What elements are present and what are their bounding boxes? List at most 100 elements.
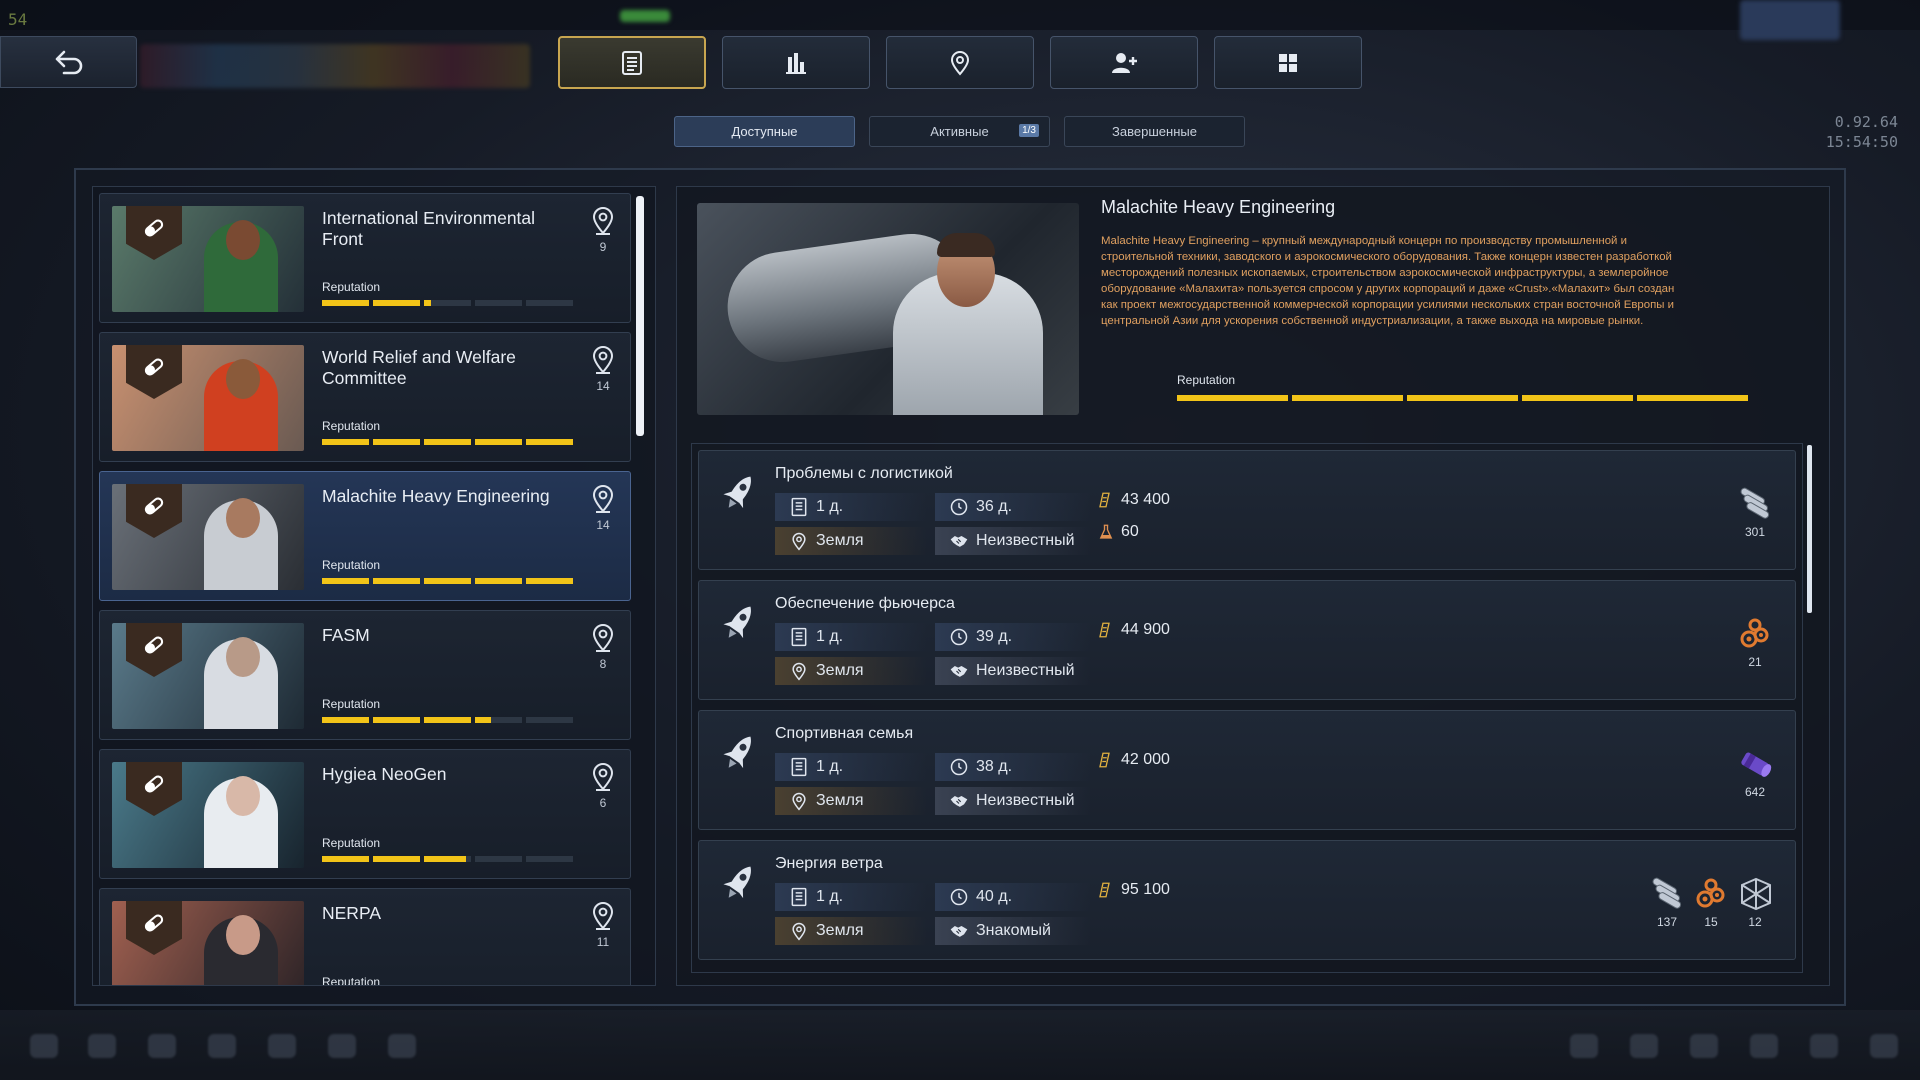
organization-name: NERPA: [322, 903, 381, 923]
bottom-toolbar-icon[interactable]: [1810, 1034, 1838, 1058]
organization-card[interactable]: Hygiea NeoGen 6 Reputation: [99, 749, 631, 879]
bottom-toolbar-icon[interactable]: [1750, 1034, 1778, 1058]
personnel-tab-button[interactable]: [1050, 36, 1198, 89]
active-count-badge: 1/3: [1019, 124, 1039, 137]
organization-portrait: [112, 623, 304, 729]
handshake-icon: [950, 926, 968, 937]
organization-card[interactable]: Malachite Heavy Engineering 14 Reputation: [99, 471, 631, 601]
contract-card[interactable]: Обеспечение фьючерса 1 д. 39 д. Земля Неизве…: [698, 580, 1796, 700]
reputation-segment: [526, 300, 573, 306]
contract-list: Проблемы с логистикой 1 д. 36 д. Земля Неизв…: [691, 443, 1803, 973]
organization-card[interactable]: FASM 8 Reputation: [99, 610, 631, 740]
contract-list-scrollbar[interactable]: [1807, 445, 1812, 613]
organization-locations: 14: [588, 484, 618, 532]
contract-type: [715, 859, 763, 907]
contract-card[interactable]: Энергия ветра 1 д. 40 д. Земля Знакомый 95 10…: [698, 840, 1796, 960]
reputation-segment: [424, 439, 471, 445]
tab-completed[interactable]: Завершенные: [1064, 116, 1245, 147]
contract-title: Обеспечение фьючерса: [775, 595, 955, 612]
bottom-toolbar-icon[interactable]: [88, 1034, 116, 1058]
statistics-tab-button[interactable]: [722, 36, 870, 89]
contract-duration-value: 1 д.: [816, 628, 844, 645]
organization-card[interactable]: NERPA 11 Reputation: [99, 888, 631, 985]
gears-icon: [1696, 878, 1725, 908]
map-pin-icon: [792, 662, 806, 681]
reputation-segment: [526, 717, 573, 723]
contract-reward-money: 44 900: [1097, 621, 1170, 639]
bottom-toolbar-icon[interactable]: [328, 1034, 356, 1058]
back-button[interactable]: [0, 36, 137, 88]
contract-reward-money: 95 100: [1097, 881, 1170, 899]
contract-deadline-value: 38 д.: [976, 758, 1013, 775]
reputation-segment: [322, 856, 369, 862]
required-resource: 301: [1733, 485, 1777, 539]
reputation-bar: [322, 300, 573, 306]
bottom-toolbar-icon[interactable]: [1870, 1034, 1898, 1058]
reputation-segment: [373, 300, 420, 306]
reputation-label: Reputation: [322, 697, 381, 711]
modules-tab-button[interactable]: [1214, 36, 1362, 89]
reputation-bar: [322, 856, 573, 862]
reputation-segment: [373, 578, 420, 584]
required-resource: 12: [1733, 875, 1777, 929]
cylinder-icon: [1741, 752, 1772, 777]
money-icon: [1099, 882, 1110, 898]
top-navigation: [558, 36, 1362, 89]
money-icon: [1099, 752, 1110, 768]
reputation-segment-fill: [424, 856, 467, 862]
reputation-segment: [373, 439, 420, 445]
map-pin-icon: [950, 50, 970, 76]
map-pin-icon: [592, 902, 614, 930]
tab-available[interactable]: Доступные: [674, 116, 855, 147]
bottom-toolbar-icon[interactable]: [1570, 1034, 1598, 1058]
pill-icon: [144, 775, 164, 793]
map-pin-icon: [592, 346, 614, 374]
organization-locations: 6: [588, 762, 618, 810]
organization-detail-panel: Malachite Heavy Engineering Malachite He…: [676, 186, 1830, 986]
bottom-toolbar-icon[interactable]: [208, 1034, 236, 1058]
contract-location-value: Земля: [816, 532, 864, 549]
reputation-segment: [373, 856, 420, 862]
tab-completed-label: Завершенные: [1112, 124, 1197, 139]
contract-type: [715, 729, 763, 777]
reputation-segment: [424, 717, 471, 723]
reputation-segment-fill: [373, 578, 420, 584]
reputation-segment-fill: [475, 439, 522, 445]
organization-list-scrollbar[interactable]: [636, 196, 644, 436]
bottom-toolbar-icon[interactable]: [1630, 1034, 1658, 1058]
reward-money-value: 44 900: [1121, 621, 1170, 638]
location-count: 9: [599, 240, 607, 254]
bottom-toolbar: [0, 1010, 1920, 1080]
organization-locations: 9: [588, 206, 618, 254]
contract-duration-value: 1 д.: [816, 758, 844, 775]
version-number: 0.92.64: [1834, 113, 1898, 131]
contract-status-tabs: Доступные Активные 1/3 Завершенные: [674, 116, 1245, 147]
bottom-toolbar-icon[interactable]: [30, 1034, 58, 1058]
reward-money-value: 95 100: [1121, 881, 1170, 898]
organization-name: FASM: [322, 625, 370, 645]
pill-icon: [144, 914, 164, 932]
tab-active[interactable]: Активные 1/3: [869, 116, 1050, 147]
contract-card[interactable]: Спортивная семья 1 д. 38 д. Земля Неизвестны…: [698, 710, 1796, 830]
bottom-toolbar-icon[interactable]: [388, 1034, 416, 1058]
organization-card[interactable]: World Relief and Welfare Committee 14 Repu…: [99, 332, 631, 462]
organization-card[interactable]: International Environmental Front 9 Reputa…: [99, 193, 631, 323]
pill-icon: [144, 219, 164, 237]
handshake-icon: [950, 666, 968, 677]
locations-tab-button[interactable]: [886, 36, 1034, 89]
blurred-toolbar-icons: [140, 44, 530, 88]
contracts-tab-button[interactable]: [558, 36, 706, 89]
reputation-bar: [322, 717, 573, 723]
rocket-icon: [723, 476, 751, 509]
bottom-toolbar-icon[interactable]: [1690, 1034, 1718, 1058]
location-count: 6: [599, 796, 607, 810]
organization-name: Malachite Heavy Engineering: [322, 486, 550, 506]
bottom-toolbar-icon[interactable]: [148, 1034, 176, 1058]
bottom-toolbar-icon[interactable]: [268, 1034, 296, 1058]
reputation-bar: [1177, 395, 1748, 401]
map-pin-icon: [792, 922, 806, 941]
version-info: 0.92.64 15:54:50: [1826, 112, 1898, 152]
contract-card[interactable]: Проблемы с логистикой 1 д. 36 д. Земля Неизв…: [698, 450, 1796, 570]
contract-deadline-value: 39 д.: [976, 628, 1013, 645]
contract-relation-value: Знакомый: [976, 922, 1051, 939]
